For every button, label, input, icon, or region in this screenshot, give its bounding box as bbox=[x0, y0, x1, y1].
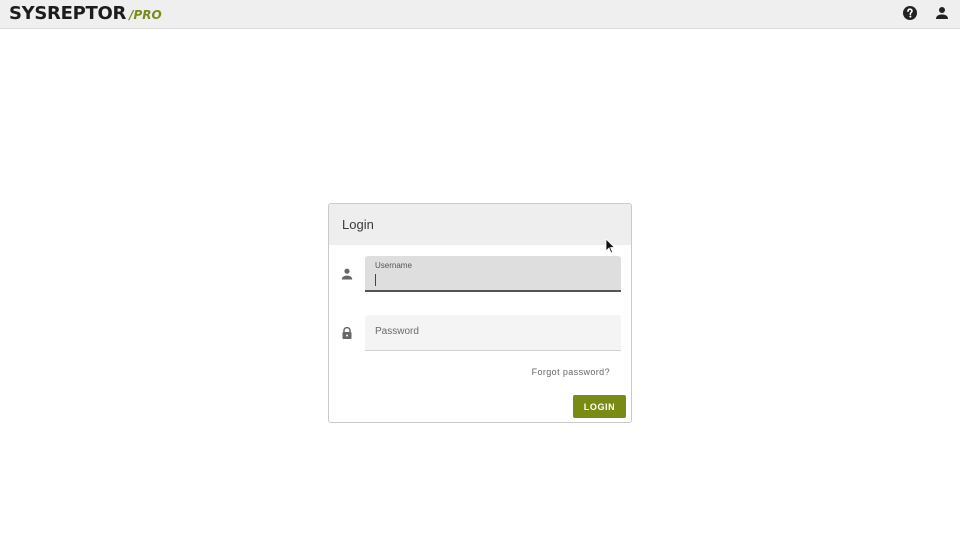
forgot-password-link[interactable]: Forgot password? bbox=[532, 367, 610, 377]
password-row: Password bbox=[329, 315, 631, 351]
top-actions bbox=[902, 5, 950, 21]
lock-icon bbox=[342, 326, 352, 339]
username-label: Username bbox=[375, 261, 412, 270]
login-card: Login Username Password Forgot password?… bbox=[328, 203, 632, 423]
username-field[interactable]: Username bbox=[365, 256, 621, 292]
sysreptor-logo[interactable]: SYSREPTOR /PRO bbox=[9, 3, 162, 25]
login-button[interactable]: LOGIN bbox=[573, 395, 626, 418]
login-title: Login bbox=[342, 217, 374, 232]
login-card-header: Login bbox=[329, 204, 631, 245]
top-app-bar: SYSREPTOR /PRO bbox=[0, 0, 960, 29]
help-icon[interactable] bbox=[902, 5, 918, 21]
password-field[interactable]: Password bbox=[365, 315, 621, 351]
password-placeholder: Password bbox=[375, 326, 419, 337]
username-row: Username bbox=[329, 256, 631, 292]
account-icon[interactable] bbox=[934, 5, 950, 21]
logo-suffix: /PRO bbox=[129, 8, 162, 22]
logo-text: SYSREPTOR bbox=[9, 3, 127, 24]
user-icon bbox=[341, 268, 353, 280]
mouse-pointer-icon bbox=[605, 238, 615, 254]
text-caret bbox=[375, 274, 376, 286]
